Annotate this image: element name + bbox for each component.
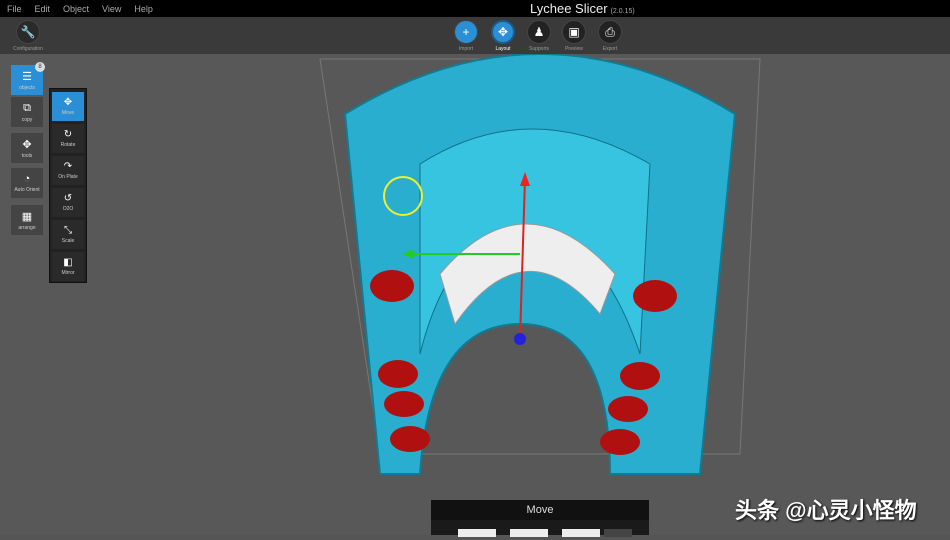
tool-move[interactable]: ✥ Move xyxy=(52,92,84,121)
grid-icon: ▦ xyxy=(21,210,33,223)
app-version: (2.0.15) xyxy=(610,8,635,15)
step-import-label: Import xyxy=(458,46,474,52)
tool-mirror[interactable]: ◧ Mirror xyxy=(52,252,84,281)
tool-o2o-label: O2O xyxy=(62,206,74,212)
tool-objects-label: objects xyxy=(19,84,35,91)
orient-icon: ◔ xyxy=(23,173,31,185)
tool-mirror-label: Mirror xyxy=(61,270,75,276)
tool-auto-orient[interactable]: ◔ Auto Orient xyxy=(11,168,43,198)
step-layout-button[interactable]: ✥ xyxy=(491,20,515,44)
tool-copy[interactable]: ⧉ copy xyxy=(11,97,43,127)
menu-view[interactable]: View xyxy=(102,4,121,14)
menu-help[interactable]: Help xyxy=(134,4,153,14)
watermark: 头条 @心灵小怪物 xyxy=(735,498,917,523)
step-import-button[interactable]: + xyxy=(454,20,478,44)
copy-icon: ⧉ xyxy=(23,101,31,114)
scale-icon: ⤡ xyxy=(64,225,72,236)
tool-tools[interactable]: ✥ tools xyxy=(11,133,43,163)
tool-scale[interactable]: ⤡ Scale xyxy=(52,220,84,249)
step-preview-label: Preview xyxy=(565,46,583,52)
tool-tools-label: tools xyxy=(21,152,33,159)
menu-file[interactable]: File xyxy=(7,4,22,14)
wrench-icon: 🔧 xyxy=(20,25,36,39)
on-plate-icon: ↷ xyxy=(63,161,73,172)
move-icon: ✥ xyxy=(22,138,32,151)
step-preview-button[interactable]: ▣ xyxy=(562,20,586,44)
step-export-label: Export xyxy=(602,46,618,52)
move-icon: ✥ xyxy=(63,97,73,108)
move-icon: ✥ xyxy=(497,25,509,39)
plus-icon: + xyxy=(462,25,470,39)
menubar: File Edit Object View Help Lychee Slicer… xyxy=(0,0,950,17)
z-axis-gizmo xyxy=(514,333,526,345)
tool-on-plate[interactable]: ↷ On Plate xyxy=(52,156,84,185)
model-view xyxy=(319,53,761,475)
configuration-button[interactable]: 🔧 xyxy=(16,20,40,44)
move-unit-button[interactable] xyxy=(604,529,632,537)
tool-auto-orient-label: Auto Orient xyxy=(14,187,40,193)
3d-viewport[interactable] xyxy=(0,53,950,535)
tool-arrange[interactable]: ▦ arrange xyxy=(11,205,43,235)
menu-object[interactable]: Object xyxy=(63,4,89,14)
configuration-label: Configuration xyxy=(13,46,43,52)
tool-o2o[interactable]: ↺ O2O xyxy=(52,188,84,217)
tools-submenu: ✥ Move ↻ Rotate ↷ On Plate ↺ O2O ⤡ Scale ◧ Mir… xyxy=(49,88,87,283)
rotate-icon: ↻ xyxy=(63,129,73,140)
step-supports-button[interactable]: ♟ xyxy=(527,20,551,44)
mirror-icon: ◧ xyxy=(63,257,73,268)
step-export-button[interactable]: ⎙ xyxy=(598,20,622,44)
tool-rotate-label: Rotate xyxy=(60,142,76,148)
tool-move-label: Move xyxy=(61,110,75,116)
printer-icon: ⎙ xyxy=(605,24,615,39)
tool-on-plate-label: On Plate xyxy=(58,174,78,180)
o2o-icon: ↺ xyxy=(63,193,73,204)
tool-scale-label: Scale xyxy=(61,238,75,244)
tool-arrange-label: arrange xyxy=(18,224,36,231)
app-name: Lychee Slicer xyxy=(530,1,608,16)
tool-rotate[interactable]: ↻ Rotate xyxy=(52,124,84,153)
list-icon: ☰ xyxy=(22,70,32,83)
step-layout-label: Layout xyxy=(495,46,511,52)
step-supports-label: Supports xyxy=(528,46,549,52)
move-z-input[interactable] xyxy=(562,529,600,537)
image-icon: ▣ xyxy=(568,25,580,39)
menu-edit[interactable]: Edit xyxy=(35,4,51,14)
move-panel: Move xyxy=(431,500,649,537)
support-icon: ♟ xyxy=(533,25,545,39)
move-y-input[interactable] xyxy=(510,529,548,537)
objects-count-badge: 8 xyxy=(35,62,45,72)
tool-copy-label: copy xyxy=(21,116,33,123)
app-title: Lychee Slicer (2.0.15) xyxy=(530,1,635,16)
move-x-input[interactable] xyxy=(458,529,496,537)
move-panel-title: Move xyxy=(431,500,649,520)
